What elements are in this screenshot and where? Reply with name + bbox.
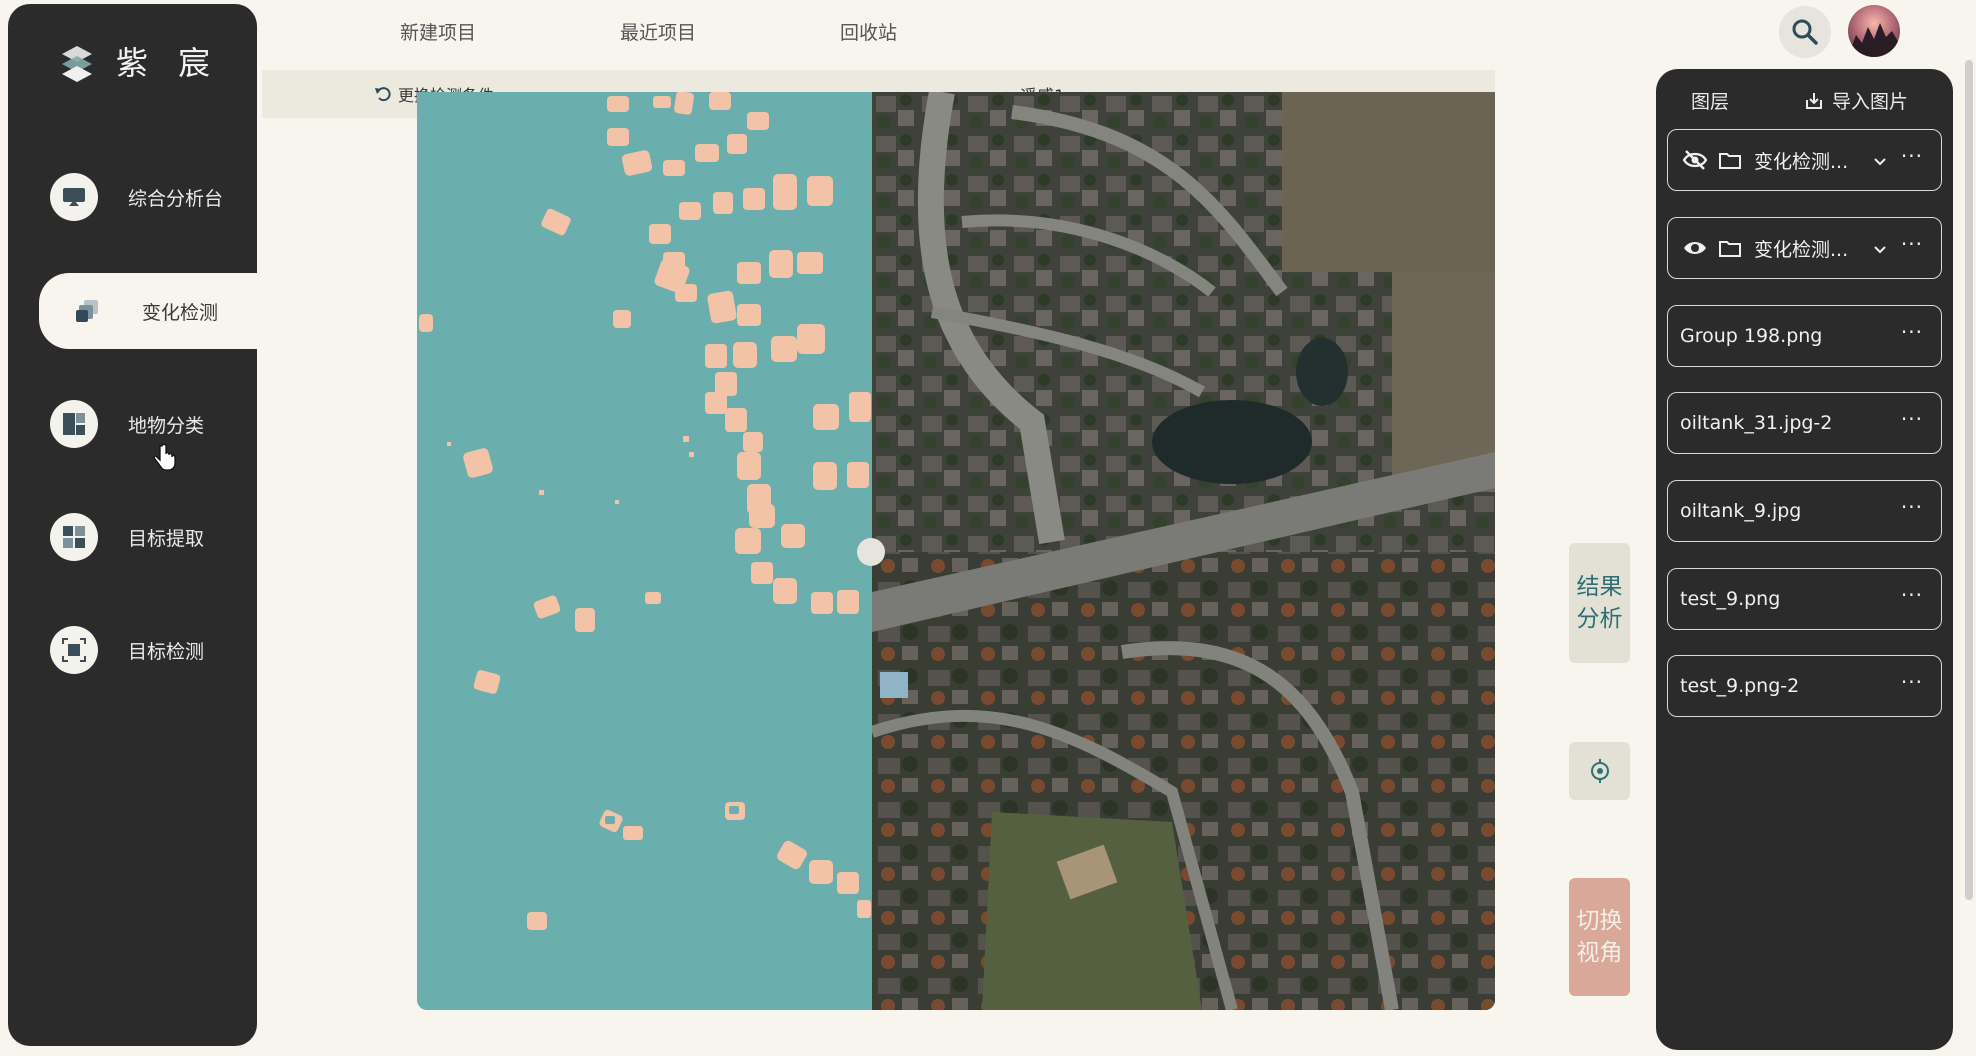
switch-view-label: 切换视角 bbox=[1576, 908, 1623, 966]
import-label: 导入图片 bbox=[1832, 91, 1909, 113]
monitor-icon bbox=[50, 173, 98, 221]
satellite-scene bbox=[870, 92, 1495, 1010]
more-options-button[interactable]: ··· bbox=[1901, 407, 1923, 431]
brand-logo: 紫 宸 bbox=[56, 38, 220, 84]
layer-item[interactable]: Group 198.png ··· bbox=[1667, 305, 1942, 367]
folder-icon bbox=[1718, 237, 1742, 259]
nav-recycle-bin[interactable]: 回收站 bbox=[840, 18, 1060, 45]
folder-icon bbox=[1718, 149, 1742, 171]
sidebar-item-classification[interactable]: 地物分类 bbox=[30, 386, 263, 462]
top-navigation: 新建项目 最近项目 回收站 bbox=[400, 18, 1060, 45]
map-compare-view[interactable] bbox=[417, 92, 1495, 1010]
layers-title: 图层 bbox=[1691, 91, 1730, 113]
target-box-icon bbox=[50, 626, 98, 674]
chevron-down-icon[interactable] bbox=[1873, 238, 1887, 260]
sidebar-item-label: 目标检测 bbox=[128, 640, 205, 663]
eye-off-icon[interactable] bbox=[1682, 149, 1708, 171]
import-icon bbox=[1806, 92, 1822, 109]
sidebar: 紫 宸 综合分析台 变化检测 地物分类 目标提取 目标检测 bbox=[8, 4, 265, 1046]
sidebar-item-detection[interactable]: 目标检测 bbox=[30, 612, 263, 688]
eye-icon[interactable] bbox=[1682, 237, 1708, 259]
import-image-button[interactable]: 导入图片 bbox=[1804, 87, 1908, 114]
change-mask-layer bbox=[417, 92, 872, 1010]
logo-icon bbox=[56, 40, 98, 82]
more-options-button[interactable]: ··· bbox=[1901, 495, 1923, 519]
more-options-button[interactable]: ··· bbox=[1901, 232, 1923, 256]
nav-recent-projects[interactable]: 最近项目 bbox=[620, 18, 840, 45]
chevron-down-icon[interactable] bbox=[1873, 150, 1887, 172]
satellite-image-layer bbox=[870, 92, 1495, 1010]
layer-item[interactable]: 变化检测... ··· bbox=[1667, 217, 1942, 279]
sidebar-item-extraction[interactable]: 目标提取 bbox=[30, 499, 263, 575]
more-options-button[interactable]: ··· bbox=[1901, 144, 1923, 168]
layer-item[interactable]: oiltank_31.jpg-2 ··· bbox=[1667, 392, 1942, 454]
sidebar-item-label: 地物分类 bbox=[128, 414, 205, 437]
layer-name: test_9.png-2 bbox=[1680, 675, 1800, 697]
layer-item[interactable]: test_9.png-2 ··· bbox=[1667, 655, 1942, 717]
tiles-icon bbox=[50, 513, 98, 561]
result-analysis-label: 结果分析 bbox=[1576, 574, 1623, 632]
layers-header: 图层 导入图片 bbox=[1656, 87, 1953, 117]
cursor-hand-icon bbox=[153, 444, 176, 471]
grid-split-icon bbox=[50, 400, 98, 448]
layer-item[interactable]: oiltank_9.jpg ··· bbox=[1667, 480, 1942, 542]
result-analysis-button[interactable]: 结果分析 bbox=[1569, 543, 1630, 663]
layer-name: test_9.png bbox=[1680, 588, 1781, 610]
avatar[interactable] bbox=[1848, 5, 1900, 57]
change-mask-shapes bbox=[419, 92, 871, 930]
brand-name: 紫 宸 bbox=[116, 44, 221, 82]
layer-name: oiltank_9.jpg bbox=[1680, 500, 1802, 522]
sidebar-item-label: 目标提取 bbox=[128, 527, 205, 550]
sidebar-item-label: 综合分析台 bbox=[128, 187, 224, 210]
layer-name: Group 198.png bbox=[1680, 325, 1823, 347]
locate-button[interactable] bbox=[1569, 742, 1630, 800]
more-options-button[interactable]: ··· bbox=[1901, 670, 1923, 694]
locate-icon bbox=[1590, 759, 1609, 783]
undo-icon bbox=[375, 87, 391, 102]
layers-icon bbox=[64, 287, 112, 335]
sidebar-item-overview[interactable]: 综合分析台 bbox=[30, 159, 263, 235]
layers-panel: 图层 导入图片 变化检测... ··· 变化检测... ··· Group 19… bbox=[1656, 69, 1953, 1050]
switch-view-button[interactable]: 切换视角 bbox=[1569, 878, 1630, 996]
nav-new-project[interactable]: 新建项目 bbox=[400, 18, 620, 45]
layer-item[interactable]: 变化检测... ··· bbox=[1667, 129, 1942, 191]
layer-item[interactable]: test_9.png ··· bbox=[1667, 568, 1942, 630]
more-options-button[interactable]: ··· bbox=[1901, 583, 1923, 607]
sidebar-item-change-detection[interactable]: 变化检测 bbox=[39, 273, 265, 349]
layer-name: 变化检测... bbox=[1754, 238, 1849, 261]
search-button[interactable] bbox=[1779, 6, 1831, 58]
layer-name: 变化检测... bbox=[1754, 150, 1849, 173]
search-icon bbox=[1792, 19, 1818, 45]
page-scrollbar[interactable] bbox=[1965, 60, 1973, 900]
layer-name: oiltank_31.jpg-2 bbox=[1680, 412, 1833, 434]
split-compare-handle[interactable] bbox=[857, 538, 885, 566]
more-options-button[interactable]: ··· bbox=[1901, 320, 1923, 344]
sidebar-item-label: 变化检测 bbox=[142, 301, 219, 324]
